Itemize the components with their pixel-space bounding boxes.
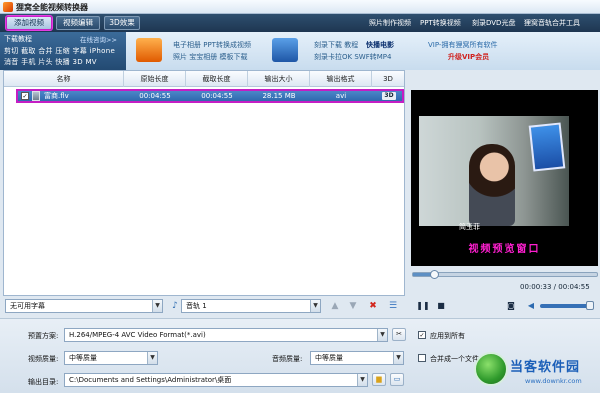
video-quality-label: 视频质量: (28, 355, 59, 363)
dvd-burn-link[interactable]: 刻录DVD光盘 (472, 18, 515, 28)
watermark-brand: 当客软件园 (510, 360, 581, 375)
playback-time: 00:00:33 / 00:04:55 (520, 283, 590, 291)
audio-track-value: 音轨 1 (186, 302, 207, 310)
stop-icon[interactable]: ■ (434, 299, 448, 313)
output-dir-value: C:\Documents and Settings\Administrator\… (69, 376, 232, 384)
audio-quality-label: 音频质量: (272, 355, 303, 363)
watermark-url: www.downkr.com (525, 377, 582, 385)
move-up-icon[interactable]: ▲ (329, 300, 341, 312)
audio-merge-tool-link[interactable]: 狸窝音轨合并工具 (524, 18, 580, 28)
photo-video-link[interactable]: 照片制作视频 (369, 18, 411, 28)
seek-handle[interactable] (430, 270, 439, 279)
promo-album-line2[interactable]: 照片 宝宝相册 模板下载 (173, 52, 247, 62)
volume-icon[interactable]: ◀ (524, 299, 538, 313)
row-output-size: 28.15 MB (262, 92, 296, 100)
preview-window-label: 视频预览窗口 (468, 244, 541, 255)
row-clip-length: 00:04:55 (201, 92, 233, 100)
row-original-length: 00:04:55 (139, 92, 171, 100)
video-edit-button[interactable]: 视频编辑 (56, 16, 100, 30)
chevron-down-icon: ▼ (357, 374, 367, 386)
app-logo-icon (3, 2, 13, 12)
delete-icon[interactable]: ✖ (367, 300, 379, 312)
3d-badge-icon[interactable]: 3D (382, 92, 396, 100)
add-video-button[interactable]: 添加视频 (6, 16, 52, 30)
merge-label: 合并成一个文件 (430, 355, 479, 363)
poster-image (528, 122, 566, 172)
row-file-name: 富商.flv (44, 92, 69, 100)
ppt-video-link[interactable]: PPT转换视频 (420, 18, 461, 28)
audio-quality-value: 中等质量 (315, 354, 343, 362)
move-down-icon[interactable]: ▼ (347, 300, 359, 312)
file-list-header: 名称 原始长度 截取长度 输出大小 输出格式 3D (4, 71, 404, 87)
3d-effect-button[interactable]: 3D效果 (104, 16, 140, 30)
list-icon[interactable]: ☰ (387, 300, 399, 312)
convert-button[interactable] (474, 352, 508, 386)
apply-all-label: 应用到所有 (430, 332, 465, 340)
column-3d[interactable]: 3D (372, 71, 404, 87)
volume-handle[interactable] (586, 301, 594, 310)
output-dir-label: 输出目录: (28, 378, 59, 386)
preset-value: H.264/MPEG-4 AVC Video Format(*.avi) (69, 331, 206, 339)
video-subtitle: 简玉菲 (459, 223, 480, 231)
column-output-format[interactable]: 输出格式 (310, 71, 372, 87)
track-bar: 无可用字幕 ▼ ♪ 音轨 1 ▼ ▲ ▼ ✖ ☰ (3, 298, 405, 314)
subtitle-select[interactable]: 无可用字幕 ▼ (5, 299, 163, 313)
file-list[interactable]: 名称 原始长度 截取长度 输出大小 输出格式 3D ✓ 富商.flv 00:04… (3, 70, 405, 296)
audio-track-select[interactable]: 音轨 1 ▼ (181, 299, 321, 313)
film-file-icon (32, 91, 40, 101)
subtitle-select-value: 无可用字幕 (10, 302, 45, 310)
column-name[interactable]: 名称 (4, 71, 124, 87)
window-title: 狸窝全能视频转换器 (16, 3, 88, 12)
preview-frame: 简玉菲 (419, 116, 569, 231)
vip-upgrade-link[interactable]: 升级VIP会员 (448, 52, 489, 62)
column-original-length[interactable]: 原始长度 (124, 71, 186, 87)
speaker-icon: ♪ (172, 301, 178, 311)
video-quality-select[interactable]: 中等质量 ▼ (64, 351, 158, 365)
volume-slider[interactable] (540, 301, 594, 310)
promo-qvod-link[interactable]: 快播电影 (366, 40, 394, 50)
download-tutorial-panel: 下载教程 在线咨询>> 剪切 截取 合并 压缩 字幕 iPhone 消音 手机 … (0, 32, 126, 70)
video-quality-value: 中等质量 (69, 354, 97, 362)
merge-checkbox[interactable] (418, 354, 426, 362)
chevron-down-icon: ▼ (393, 352, 403, 364)
camera-icon[interactable]: ◙ (504, 299, 518, 313)
pause-icon[interactable]: ❚❚ (416, 299, 430, 313)
seek-bar[interactable] (412, 270, 598, 279)
settings-tool-icon[interactable]: ✂ (392, 328, 406, 341)
table-row[interactable]: ✓ 富商.flv 00:04:55 00:04:55 28.15 MB avi … (16, 89, 404, 103)
audio-quality-select[interactable]: 中等质量 ▼ (310, 351, 404, 365)
tutorial-links-row-1[interactable]: 剪切 截取 合并 压缩 字幕 iPhone (4, 46, 115, 56)
output-dir-field[interactable]: C:\Documents and Settings\Administrator\… (64, 373, 368, 387)
preset-label: 预置方案: (28, 332, 59, 340)
chevron-down-icon: ▼ (152, 300, 162, 312)
preset-select[interactable]: H.264/MPEG-4 AVC Video Format(*.avi) ▼ (64, 328, 388, 342)
ppt-icon (136, 38, 162, 62)
apply-all-checkbox[interactable]: ✓ (418, 331, 426, 339)
menu-bar: 添加视频 视频编辑 3D效果 照片制作视频 PPT转换视频 刻录DVD光盘 狸窝… (0, 14, 600, 32)
chevron-down-icon: ▼ (377, 329, 387, 341)
title-bar: 狸窝全能视频转换器 (0, 0, 600, 14)
disc-burn-icon (272, 38, 298, 62)
online-consult-link[interactable]: 在线咨询>> (80, 34, 117, 44)
video-preview[interactable]: 简玉菲 视频预览窗口 (411, 90, 598, 266)
chevron-down-icon: ▼ (310, 300, 320, 312)
vip-promo-line1[interactable]: VIP-拥有狸窝所有软件 (428, 40, 497, 50)
promo-album-line1[interactable]: 电子相册 PPT转换成视频 (173, 40, 251, 50)
download-tutorial-header[interactable]: 下载教程 (4, 34, 32, 44)
column-output-size[interactable]: 输出大小 (248, 71, 310, 87)
row-output-format: avi (335, 92, 347, 100)
chevron-down-icon: ▼ (147, 352, 157, 364)
browse-folder-icon[interactable]: ▆ (372, 373, 386, 386)
player-controls: ❚❚ ■ ◙ ◀ (412, 297, 598, 315)
person-image (469, 144, 515, 226)
promo-burn-line1[interactable]: 刻录下载 教程 (314, 40, 358, 50)
row-checkbox[interactable]: ✓ (21, 92, 29, 100)
open-folder-icon[interactable]: ▭ (390, 373, 404, 386)
promo-burn-line2[interactable]: 刻录卡拉OK SWF转MP4 (314, 52, 391, 62)
tutorial-links-row-2[interactable]: 消音 手机 片头 快播 3D MV (4, 57, 97, 67)
column-clip-length[interactable]: 截取长度 (186, 71, 248, 87)
